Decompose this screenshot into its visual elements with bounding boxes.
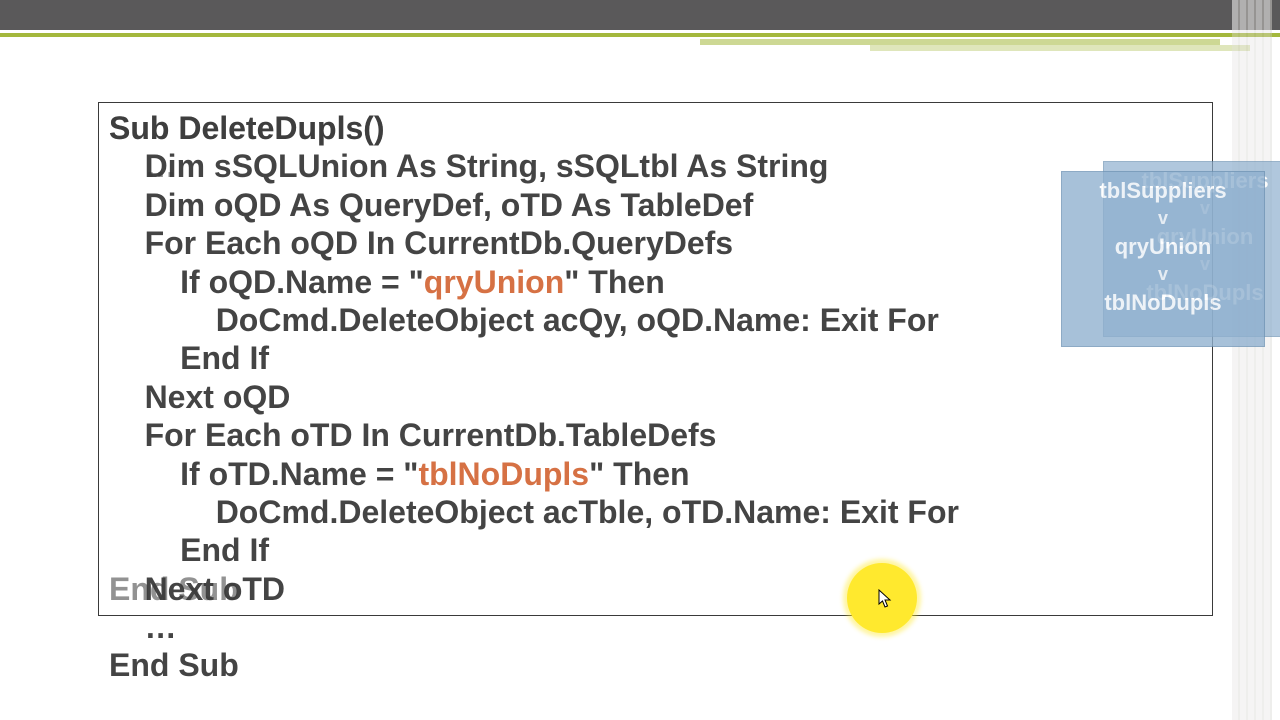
code-line: End If	[109, 340, 269, 376]
code-line: Sub DeleteDupls()	[109, 110, 385, 146]
slide-body: Sub DeleteDupls() … End Sub Sub DeleteDu…	[0, 50, 1280, 720]
panel-arrow-icon: v	[1062, 208, 1264, 229]
panel-item: tblNoDupls	[1062, 290, 1264, 316]
highlight-qryunion: qryUnion	[424, 264, 564, 300]
top-strip	[0, 0, 1280, 30]
panel-item: tblSuppliers	[1062, 178, 1264, 204]
panel-item: qryUnion	[1062, 234, 1264, 260]
panel-arrow-icon: v	[1062, 264, 1264, 285]
code-line: DoCmd.DeleteObject acQy, oQD.Name: Exit …	[109, 302, 939, 338]
code-box: Sub DeleteDupls() … End Sub Sub DeleteDu…	[98, 102, 1213, 616]
code-line: DoCmd.DeleteObject acTble, oTD.Name: Exi…	[109, 494, 959, 530]
accent-bar	[0, 30, 1280, 50]
code-line: For Each oTD In CurrentDb.TableDefs	[109, 417, 716, 453]
code-line: End Sub	[109, 647, 239, 683]
code-line: End If	[109, 532, 269, 568]
code-line: Dim oQD As QueryDef, oTD As TableDef	[109, 187, 753, 223]
flow-panel: tblSuppliers v qryUnion v tblNoDupls	[1061, 171, 1265, 347]
highlight-tblnodupls: tblNoDupls	[418, 456, 589, 492]
code-line: Dim sSQLUnion As String, sSQLtbl As Stri…	[109, 148, 828, 184]
cursor-icon	[878, 589, 892, 609]
code-line: If oQD.Name = "qryUnion" Then	[109, 264, 665, 300]
code-line: For Each oQD In CurrentDb.QueryDefs	[109, 225, 733, 261]
code-line: Next oQD	[109, 379, 290, 415]
code-line: Next oTD	[109, 571, 285, 607]
code-line: If oTD.Name = "tblNoDupls" Then	[109, 456, 690, 492]
code-over-layer: Sub DeleteDupls() Dim sSQLUnion As Strin…	[99, 103, 1212, 685]
code-line: …	[109, 609, 177, 645]
